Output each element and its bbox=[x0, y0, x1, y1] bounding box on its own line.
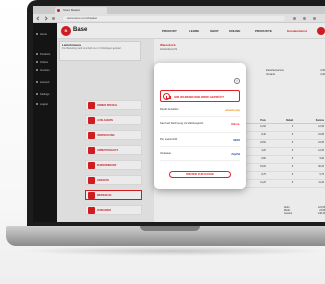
payment-logo: PayPal bbox=[231, 153, 240, 156]
payment-label: Kauf auf Rechnung mit Zahlungsziel bbox=[160, 122, 204, 125]
payment-label: Per Lastschrift bbox=[160, 138, 178, 141]
modal-title: IHR WARENKORB WIRD GEPRÜFT bbox=[174, 95, 224, 99]
payment-logo: SEPA bbox=[233, 139, 240, 142]
modal-header: IHR WARENKORB WIRD GEPRÜFT bbox=[160, 90, 240, 102]
payment-option[interactable]: Kauf auf Rechnung mit Zahlungsziel Klarn… bbox=[160, 119, 240, 133]
payment-logo: amazon pay bbox=[225, 109, 240, 112]
payment-option[interactable]: Direkt bezahlen amazon pay bbox=[160, 105, 240, 117]
payment-logo: Klarna. bbox=[231, 123, 240, 126]
cart-icon bbox=[163, 93, 171, 100]
laptop-screen: Store Basket www.store.com/basket Home P… bbox=[33, 6, 325, 222]
checkout-modal: × IHR WARENKORB WIRD GEPRÜFT Direkt beza… bbox=[154, 63, 246, 189]
laptop-scene: Store Basket www.store.com/basket Home P… bbox=[0, 0, 325, 284]
laptop-shadow bbox=[20, 246, 325, 256]
checkout-button[interactable]: WEITER ZUR KASSE bbox=[169, 171, 231, 178]
close-icon[interactable]: × bbox=[234, 78, 240, 84]
payment-label: Direkt bezahlen bbox=[160, 108, 179, 111]
payment-option[interactable]: Per Lastschrift SEPA bbox=[160, 135, 240, 147]
payment-option[interactable]: Vorkasse PayPal bbox=[160, 149, 240, 161]
laptop-notch bbox=[140, 226, 200, 231]
payment-label: Vorkasse bbox=[160, 152, 172, 155]
